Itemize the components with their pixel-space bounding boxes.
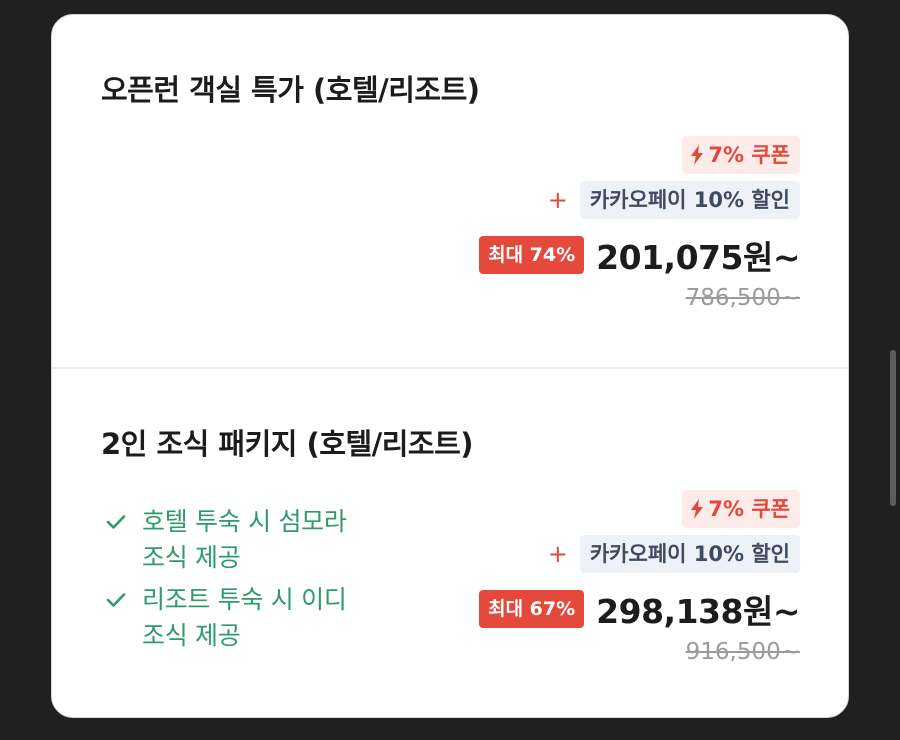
scrollbar[interactable]	[890, 350, 896, 506]
coupon-label: 7% 쿠폰	[708, 143, 790, 167]
coupon-badge: 7% 쿠폰	[682, 136, 800, 174]
offer-title: 오픈런 객실 특가 (호텔/리조트)	[101, 73, 480, 107]
max-discount-badge: 최대 74%	[479, 236, 585, 274]
sale-price: 298,138원~	[596, 592, 800, 631]
original-price: 916,500~	[685, 639, 800, 665]
max-discount-badge: 최대 67%	[479, 590, 585, 628]
lightning-bolt-icon	[691, 145, 704, 165]
plus-icon: +	[547, 540, 568, 568]
price-column: 7% 쿠폰 + 카카오페이 10% 할인 최대 67% 298,138원~ 91…	[479, 490, 800, 665]
kakaopay-discount-badge: 카카오페이 10% 할인	[579, 181, 800, 219]
benefit-text: 호텔 투숙 시 섬모라 조식 제공	[142, 507, 347, 572]
coupon-label: 7% 쿠폰	[708, 497, 790, 521]
price-column: 7% 쿠폰 + 카카오페이 10% 할인 최대 74% 201,075원~ 78…	[479, 136, 800, 311]
pay-discount-row: + 카카오페이 10% 할인	[548, 535, 800, 573]
original-price: 786,500~	[685, 285, 800, 311]
kakaopay-discount-badge: 카카오페이 10% 할인	[579, 535, 800, 573]
offer-title: 2인 조식 패키지 (호텔/리조트)	[101, 427, 474, 461]
sale-price: 201,075원~	[596, 238, 800, 277]
benefit-text: 리조트 투숙 시 이디 조식 제공	[142, 585, 347, 650]
benefit-list: 호텔 투숙 시 섬모라 조식 제공 리조트 투숙 시 이디 조식 제공	[106, 504, 376, 660]
offer-section-open-run[interactable]: 오픈런 객실 특가 (호텔/리조트) 7% 쿠폰 + 카카오페이 10% 할인 …	[52, 15, 848, 369]
benefit-item: 호텔 투숙 시 섬모라 조식 제공	[106, 504, 376, 576]
pay-discount-row: + 카카오페이 10% 할인	[548, 181, 800, 219]
price-row: 최대 67% 298,138원~	[479, 585, 800, 633]
check-icon	[106, 504, 128, 540]
offer-section-breakfast-package[interactable]: 2인 조식 패키지 (호텔/리조트) 호텔 투숙 시 섬모라 조식 제공 리조트…	[52, 369, 848, 717]
plus-icon: +	[547, 186, 568, 214]
check-icon	[106, 582, 128, 618]
lightning-bolt-icon	[691, 499, 704, 519]
coupon-badge: 7% 쿠폰	[682, 490, 800, 528]
offer-card: 오픈런 객실 특가 (호텔/리조트) 7% 쿠폰 + 카카오페이 10% 할인 …	[51, 14, 849, 718]
benefit-item: 리조트 투숙 시 이디 조식 제공	[106, 582, 376, 654]
price-row: 최대 74% 201,075원~	[479, 231, 800, 279]
